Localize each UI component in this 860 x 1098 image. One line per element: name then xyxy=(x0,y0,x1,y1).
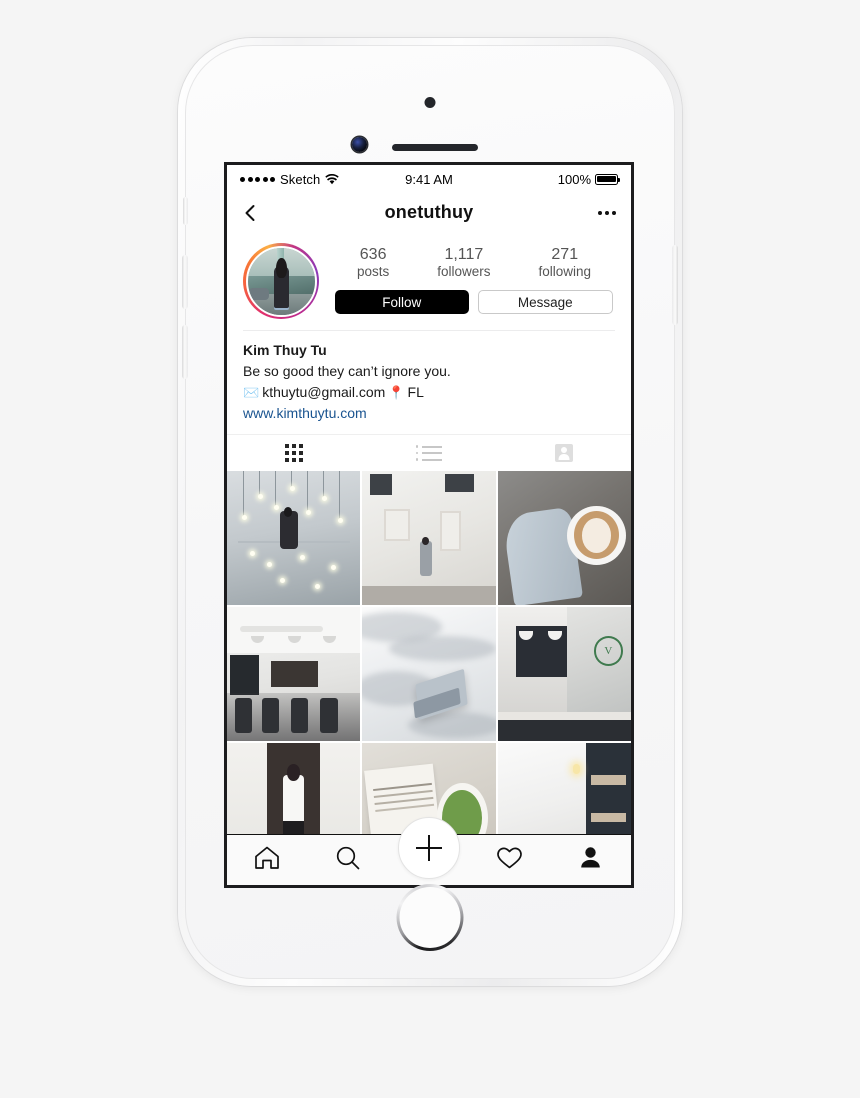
grid-photo-4[interactable] xyxy=(227,607,361,741)
navigation-header: onetuthuy xyxy=(227,193,631,233)
grid-photo-6[interactable] xyxy=(497,607,631,741)
following-label: following xyxy=(538,263,592,279)
bio-email: kthuytu@gmail.com xyxy=(262,384,386,400)
wifi-icon xyxy=(325,173,340,185)
volume-down-button[interactable] xyxy=(182,325,188,379)
signal-dots-icon xyxy=(240,176,275,182)
grid-photo-5[interactable] xyxy=(362,607,496,741)
search-tab[interactable] xyxy=(308,845,389,876)
home-button-face xyxy=(399,887,461,948)
earpiece-speaker-icon xyxy=(392,144,478,151)
proximity-sensor-icon xyxy=(424,97,436,108)
front-camera-icon xyxy=(352,137,367,152)
search-icon xyxy=(335,845,361,876)
person-square-icon xyxy=(554,444,573,462)
back-chevron-icon[interactable] xyxy=(241,203,259,223)
home-tab[interactable] xyxy=(227,845,308,875)
profile-tab[interactable] xyxy=(550,845,631,875)
volume-up-button[interactable] xyxy=(182,255,188,309)
home-icon xyxy=(254,845,280,875)
add-post-button[interactable] xyxy=(398,817,460,879)
stat-posts[interactable]: 636 posts xyxy=(357,246,389,279)
list-icon xyxy=(415,445,443,461)
heart-icon xyxy=(496,846,523,875)
stat-followers[interactable]: 1,117 followers xyxy=(437,246,490,279)
photo-grid xyxy=(227,471,631,834)
home-button[interactable] xyxy=(396,884,464,951)
profile-action-row: Follow Message xyxy=(333,290,615,315)
status-bar: Sketch 9:41 AM 100% xyxy=(227,165,631,193)
content-tab-strip xyxy=(227,434,631,471)
tagged-tab[interactable] xyxy=(496,435,631,471)
profile-bio: Kim Thuy Tu Be so good they can’t ignore… xyxy=(227,331,631,424)
bio-tagline: Be so good they can’t ignore you. xyxy=(243,363,451,379)
grid-icon xyxy=(285,444,304,462)
posts-label: posts xyxy=(356,263,390,279)
phone-device: Sketch 9:41 AM 100% onetuthuy 636 posts … xyxy=(178,38,682,986)
list-tab[interactable] xyxy=(362,435,497,471)
grid-photo-1[interactable] xyxy=(227,471,361,605)
battery-icon xyxy=(595,173,621,185)
bio-location: FL xyxy=(407,384,424,400)
carrier-label: Sketch xyxy=(280,171,321,187)
activity-tab[interactable] xyxy=(469,846,550,875)
page-title: onetuthuy xyxy=(384,202,474,222)
followers-label: followers xyxy=(437,263,491,279)
message-button[interactable]: Message xyxy=(477,290,613,315)
profile-stats-column: 636 posts 1,117 followers 271 following xyxy=(319,243,615,319)
grid-photo-2[interactable] xyxy=(362,471,496,605)
avatar[interactable] xyxy=(245,245,317,317)
phone-screen: Sketch 9:41 AM 100% onetuthuy 636 posts … xyxy=(224,162,634,888)
profile-header: 636 posts 1,117 followers 271 following xyxy=(227,233,631,319)
battery-percent-label: 100% xyxy=(557,171,591,187)
bottom-tab-bar xyxy=(227,817,631,885)
posts-count: 636 xyxy=(359,246,387,263)
pin-icon: 📍 xyxy=(388,384,405,400)
grid-tab[interactable] xyxy=(227,435,362,471)
follow-button[interactable]: Follow xyxy=(335,290,469,315)
phone-body: Sketch 9:41 AM 100% onetuthuy 636 posts … xyxy=(182,45,678,979)
plus-icon xyxy=(416,835,442,861)
grid-photo-7[interactable] xyxy=(227,743,361,834)
home-button-ring xyxy=(396,884,464,951)
power-button[interactable] xyxy=(672,245,678,325)
avatar-gradient-ring[interactable] xyxy=(243,243,319,319)
bio-display-name: Kim Thuy Tu xyxy=(243,342,327,358)
following-count: 271 xyxy=(551,246,579,263)
envelope-icon: ✉️ xyxy=(243,384,260,400)
bio-website-link[interactable]: www.kimthuytu.com xyxy=(243,403,367,424)
bio-contact-line: ✉️ kthuytu@gmail.com 📍 FL xyxy=(243,382,615,403)
status-bar-right: 100% xyxy=(557,171,621,187)
grid-photo-9[interactable] xyxy=(497,743,631,834)
stat-following[interactable]: 271 following xyxy=(538,246,591,279)
followers-count: 1,117 xyxy=(444,246,484,263)
status-bar-left: Sketch xyxy=(240,171,340,187)
grid-photo-3[interactable] xyxy=(497,471,631,605)
silent-switch[interactable] xyxy=(183,197,188,225)
ellipsis-icon[interactable] xyxy=(598,210,616,215)
person-filled-icon xyxy=(578,845,603,875)
profile-stats-row: 636 posts 1,117 followers 271 following xyxy=(333,243,615,279)
